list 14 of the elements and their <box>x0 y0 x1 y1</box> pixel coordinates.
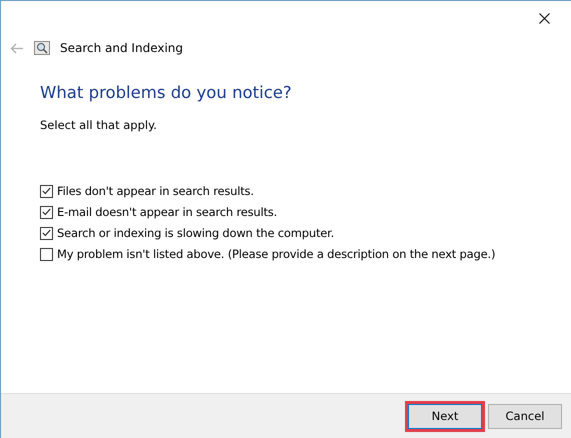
instruction-text: Select all that apply. <box>40 118 158 132</box>
cancel-button[interactable]: Cancel <box>488 404 562 428</box>
option-label: My problem isn't listed above. (Please provide a description on the next page.) <box>57 247 496 261</box>
checkbox[interactable] <box>40 248 53 260</box>
page-heading: What problems do you notice? <box>40 83 293 102</box>
checkbox[interactable] <box>40 226 53 240</box>
option-label: Search or indexing is slowing down the computer. <box>57 226 334 240</box>
option-label: Files don't appear in search results. <box>57 184 254 198</box>
close-icon <box>538 12 550 24</box>
magnifier-icon <box>34 41 50 55</box>
checkbox[interactable] <box>40 184 53 198</box>
option-label: E-mail doesn't appear in search results. <box>57 205 278 219</box>
checkbox[interactable] <box>40 206 53 218</box>
window-title: Search and Indexing <box>60 41 184 55</box>
